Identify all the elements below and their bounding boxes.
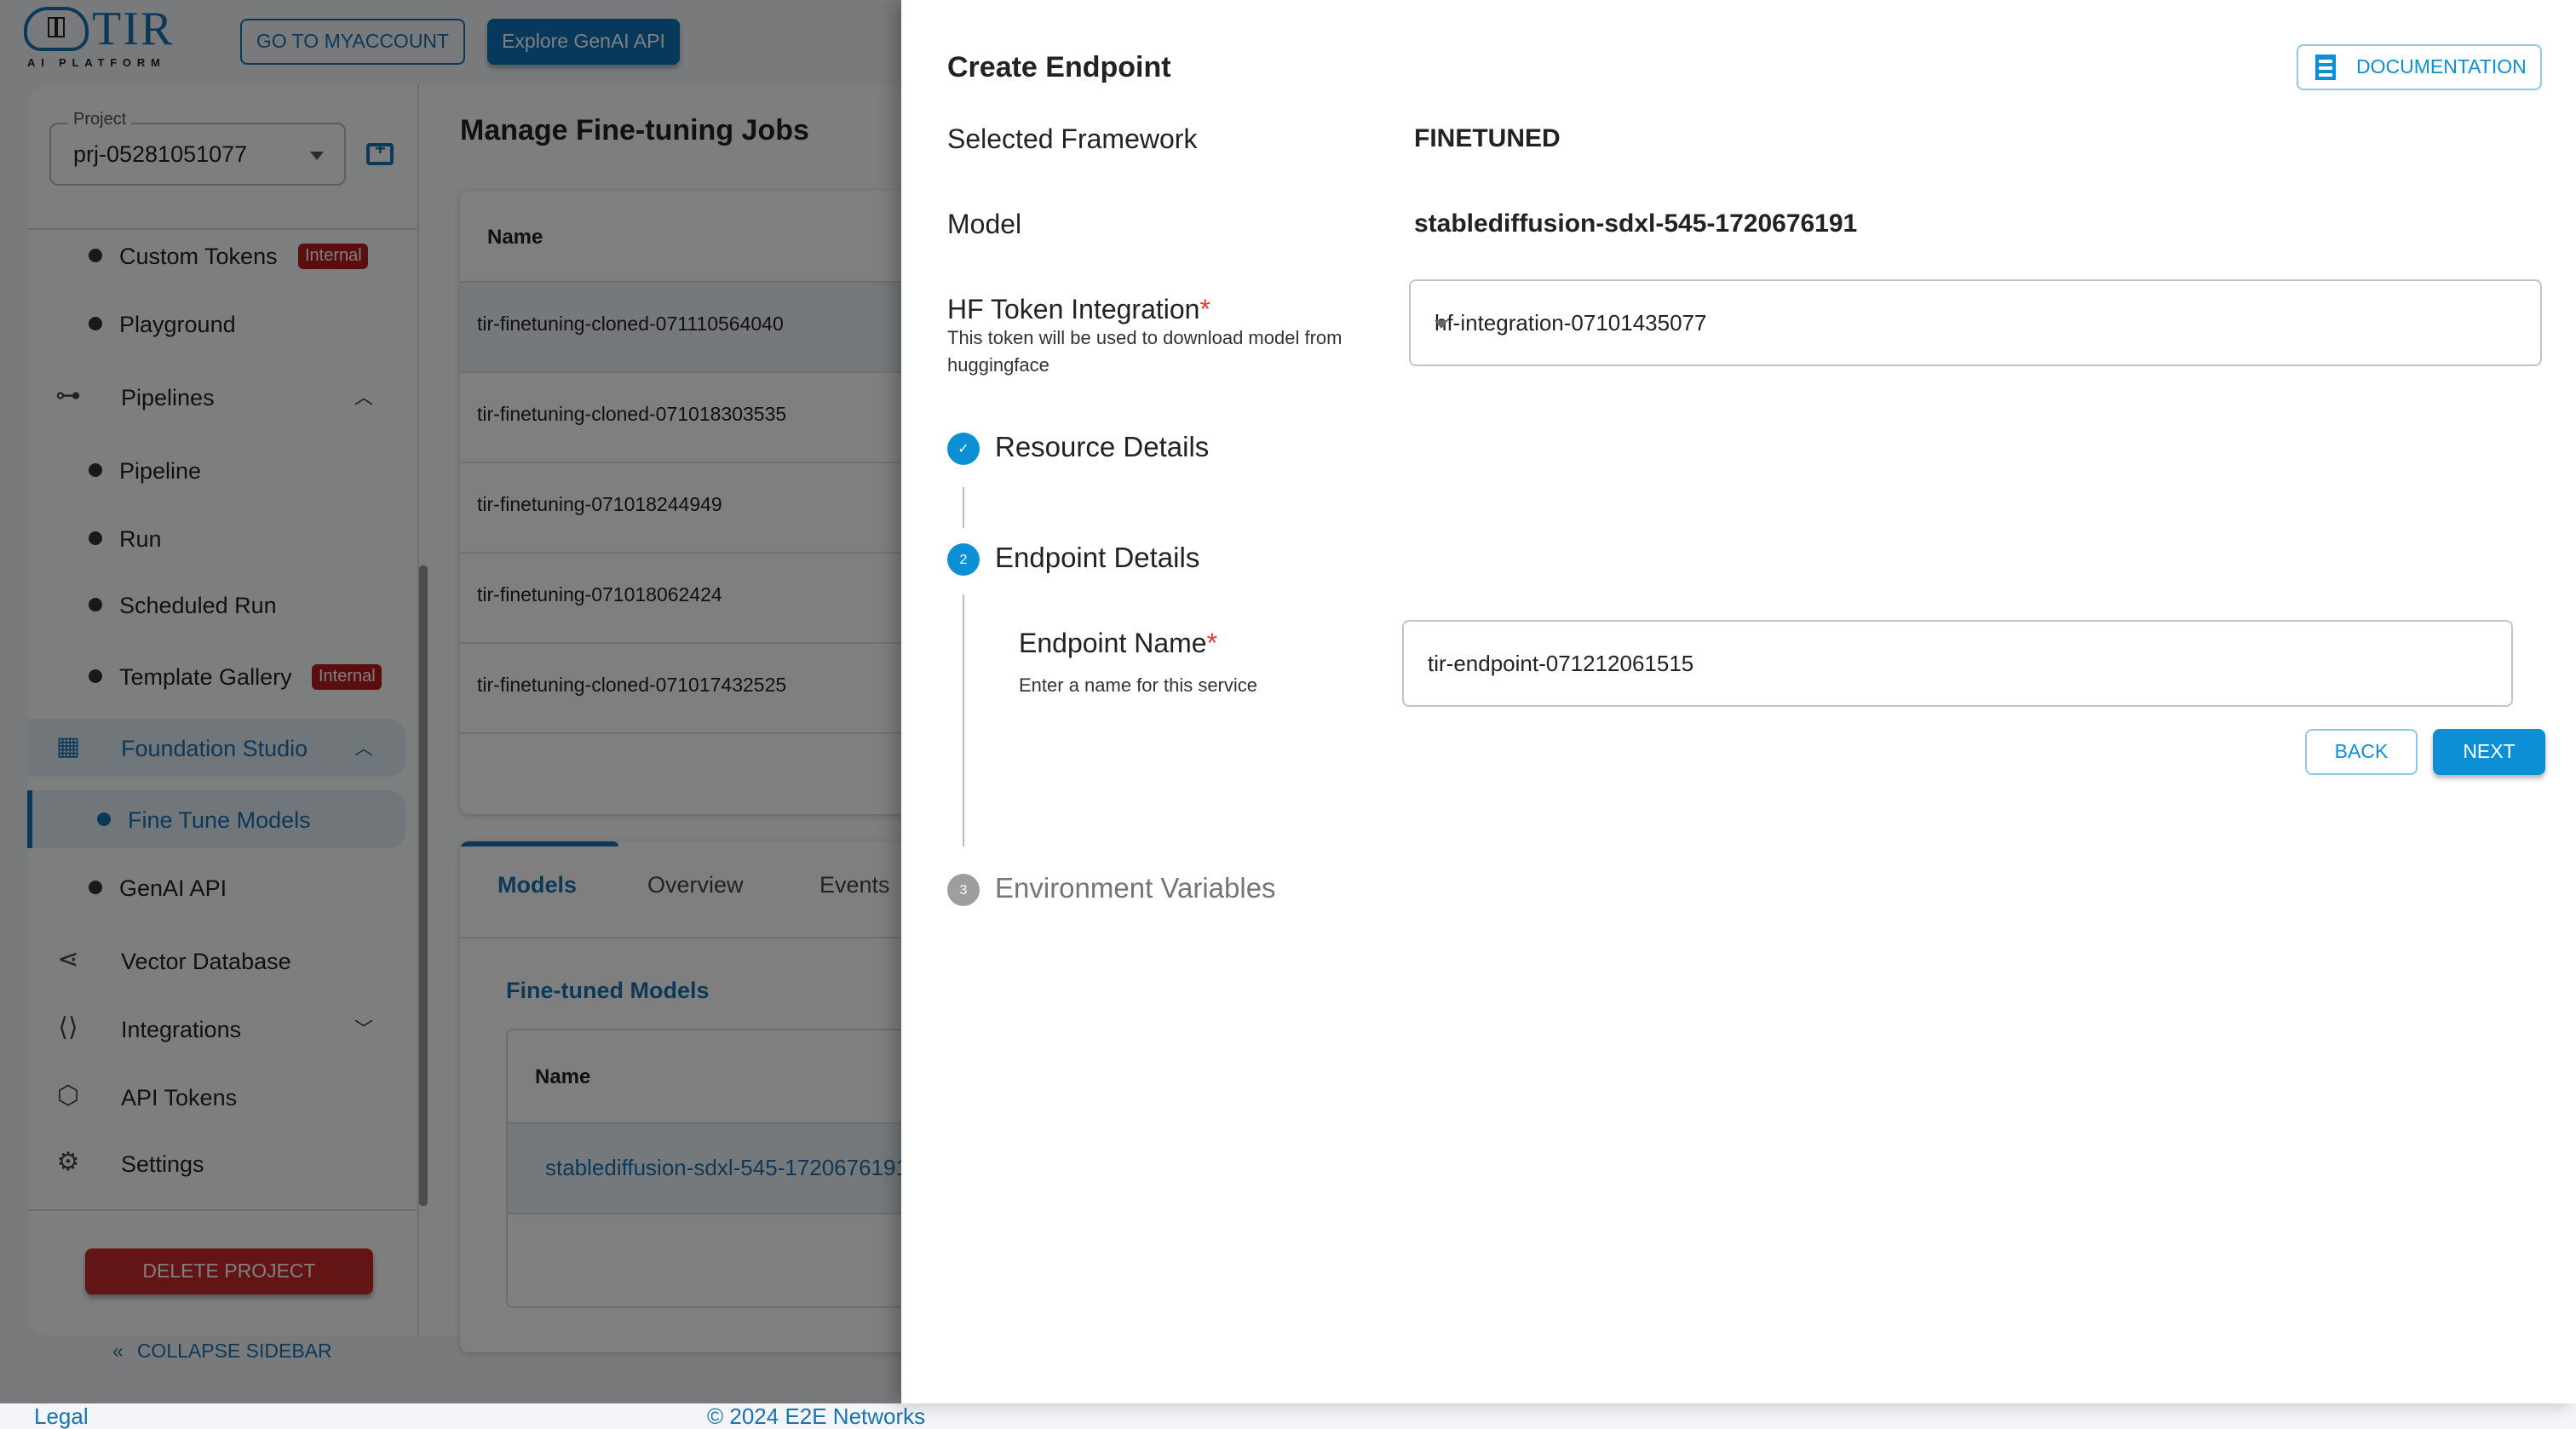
stepper-connector xyxy=(963,487,964,528)
step-label: Environment Variables xyxy=(995,874,1276,904)
step-resource-details[interactable]: ✓ Resource Details xyxy=(947,433,1209,465)
endpoint-name-label: Endpoint Name* xyxy=(1019,630,1217,661)
framework-label: Selected Framework xyxy=(947,126,1198,155)
model-label: Model xyxy=(947,211,1022,240)
endpoint-name-help: Enter a name for this service xyxy=(1019,676,1258,697)
legal-link[interactable]: Legal xyxy=(34,1403,89,1429)
step-environment-variables[interactable]: 3 Environment Variables xyxy=(947,874,1276,906)
hf-token-label: HF Token Integration* xyxy=(947,296,1210,327)
step-label: Resource Details xyxy=(995,433,1210,463)
model-value: stablediffusion-sdxl-545-1720676191 xyxy=(1414,209,1858,238)
drawer-title: Create Endpoint xyxy=(947,51,1171,83)
step-label: Endpoint Details xyxy=(995,543,1200,574)
hf-token-help: This token will be used to download mode… xyxy=(947,329,1343,376)
step-endpoint-details[interactable]: 2 Endpoint Details xyxy=(947,543,1199,576)
hf-token-selected: hf-integration-07101435077 xyxy=(1435,310,1707,336)
check-icon: ✓ xyxy=(947,433,980,465)
hf-token-select[interactable]: hf-integration-07101435077 xyxy=(1409,279,2542,366)
next-button[interactable]: NEXT xyxy=(2433,729,2545,775)
required-mark: * xyxy=(1206,630,1218,659)
back-button[interactable]: BACK xyxy=(2305,729,2418,775)
stepper-connector xyxy=(963,594,964,846)
step-number: 3 xyxy=(947,874,980,906)
copyright: © 2024 E2E Networks xyxy=(707,1403,926,1429)
caret-down-icon xyxy=(1435,320,1448,329)
endpoint-name-label-text: Endpoint Name xyxy=(1019,630,1207,659)
hf-token-label-text: HF Token Integration xyxy=(947,296,1200,325)
endpoint-name-value: tir-endpoint-071212061515 xyxy=(1428,651,1694,676)
required-mark: * xyxy=(1199,296,1210,325)
document-icon xyxy=(2315,55,2336,80)
create-endpoint-drawer: Create Endpoint DOCUMENTATION Selected F… xyxy=(901,0,2576,1403)
framework-value: FINETUNED xyxy=(1414,124,1561,153)
endpoint-name-input[interactable]: tir-endpoint-071212061515 xyxy=(1402,620,2513,707)
documentation-label: DOCUMENTATION xyxy=(2356,57,2527,77)
step-number: 2 xyxy=(947,543,980,576)
documentation-button[interactable]: DOCUMENTATION xyxy=(2297,44,2542,90)
